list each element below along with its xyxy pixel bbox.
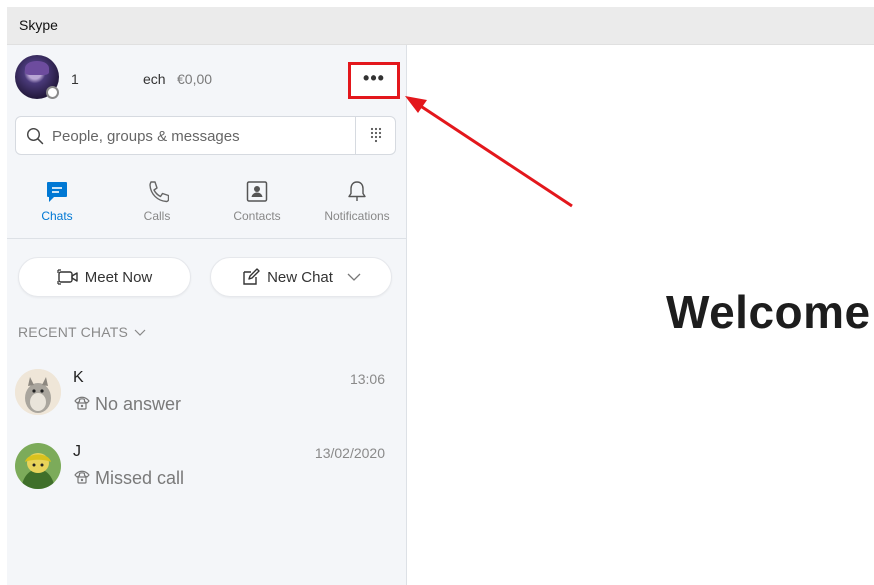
- tab-calls[interactable]: Calls: [107, 179, 207, 235]
- title-bar: Skype: [7, 7, 874, 45]
- tab-calls-label: Calls: [143, 209, 171, 223]
- avatar: [15, 369, 61, 415]
- tab-notifications[interactable]: Notifications: [307, 179, 407, 235]
- compose-icon: [243, 268, 260, 285]
- phone-icon: [149, 181, 169, 203]
- chat-time: 13/02/2020: [314, 445, 385, 461]
- recent-chats-label: RECENT CHATS: [18, 324, 129, 340]
- chat-status: Missed call: [73, 468, 184, 489]
- more-options-button[interactable]: •••: [348, 62, 400, 99]
- tab-chats-label: Chats: [41, 209, 73, 223]
- avatar: [15, 443, 61, 489]
- status-indicator-icon: [46, 86, 59, 99]
- new-chat-label: New Chat: [267, 268, 333, 286]
- search-icon: [26, 127, 44, 145]
- chat-status-text: No answer: [95, 394, 182, 414]
- meet-now-label: Meet Now: [84, 268, 153, 286]
- more-options-icon: •••: [363, 67, 385, 88]
- recent-chats-header[interactable]: RECENT CHATS: [18, 324, 146, 340]
- chat-time: 13:06: [349, 371, 385, 387]
- chat-status-text: Missed call: [95, 468, 185, 488]
- chat-icon: [47, 182, 67, 202]
- tab-chats[interactable]: Chats: [7, 179, 107, 235]
- chat-status: No answer: [73, 394, 181, 415]
- chevron-down-icon[interactable]: [347, 272, 361, 282]
- new-chat-button[interactable]: New Chat: [210, 257, 392, 297]
- chat-name: J: [73, 443, 81, 460]
- video-camera-icon: [57, 269, 78, 285]
- list-item[interactable]: J 13/02/2020 Missed call: [7, 443, 407, 509]
- phone-icon: [74, 470, 90, 484]
- list-item[interactable]: K 13:06 No answer: [7, 369, 407, 435]
- tab-contacts[interactable]: Contacts: [207, 179, 307, 235]
- tab-contacts-label: Contacts: [233, 209, 281, 223]
- welcome-heading: Welcome: [666, 286, 871, 338]
- bell-icon: [348, 181, 366, 201]
- search-input[interactable]: [52, 125, 352, 147]
- chat-name: K: [73, 369, 84, 386]
- skype-credit[interactable]: €0,00: [177, 71, 212, 87]
- contacts-icon: [246, 181, 268, 202]
- dialpad-icon[interactable]: [368, 127, 384, 143]
- tab-notifications-label: Notifications: [324, 209, 390, 223]
- profile-name[interactable]: 1: [71, 71, 79, 87]
- sidebar: 1 ech €0,00 ••• Chats: [7, 45, 407, 585]
- chevron-down-icon: [134, 329, 146, 337]
- main-nav: Chats Calls Contacts Notifications: [7, 173, 407, 239]
- window-title: Skype: [19, 17, 58, 33]
- phone-icon: [74, 396, 90, 410]
- search-box[interactable]: [15, 116, 396, 155]
- meet-now-button[interactable]: Meet Now: [18, 257, 191, 297]
- main-pane: Welcome: [408, 45, 874, 585]
- profile-name-suffix[interactable]: ech: [143, 71, 166, 87]
